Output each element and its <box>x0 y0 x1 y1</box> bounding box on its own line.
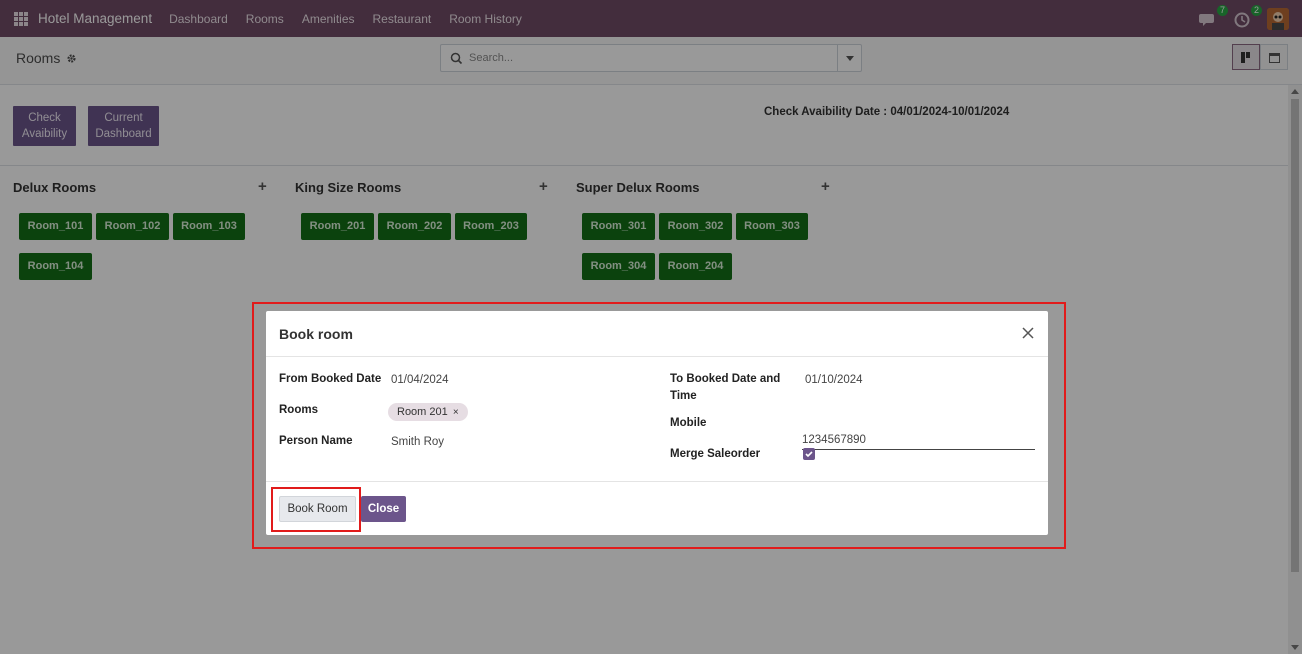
person-name-field[interactable]: Smith Roy <box>391 436 444 448</box>
close-button[interactable]: Close <box>361 496 406 522</box>
rooms-label: Rooms <box>279 404 318 416</box>
to-date-label: To Booked Date and Time <box>670 373 781 402</box>
room-tag-label: Room 201 <box>397 406 448 418</box>
dialog-header: Book room <box>266 311 1048 357</box>
merge-saleorder-label: Merge Saleorder <box>670 448 761 460</box>
mobile-input[interactable]: 1234567890 <box>802 434 1035 450</box>
book-button-highlight-frame <box>271 487 361 532</box>
mobile-label: Mobile <box>670 417 707 429</box>
check-icon <box>805 451 813 458</box>
remove-tag-icon[interactable]: × <box>453 407 459 418</box>
dialog-title: Book room <box>279 326 353 342</box>
from-date-label: From Booked Date <box>279 373 382 385</box>
dialog-footer: Book Room Close <box>266 481 1048 535</box>
from-date-field[interactable]: 01/04/2024 <box>391 374 449 386</box>
person-name-label: Person Name <box>279 435 353 447</box>
room-tag: Room 201 × <box>388 403 468 421</box>
close-icon[interactable] <box>1020 325 1036 341</box>
to-date-field[interactable]: 01/10/2024 <box>805 374 863 386</box>
merge-saleorder-checkbox[interactable] <box>803 448 815 460</box>
book-room-dialog: Book room From Booked Date 01/04/2024 Ro… <box>266 311 1048 535</box>
